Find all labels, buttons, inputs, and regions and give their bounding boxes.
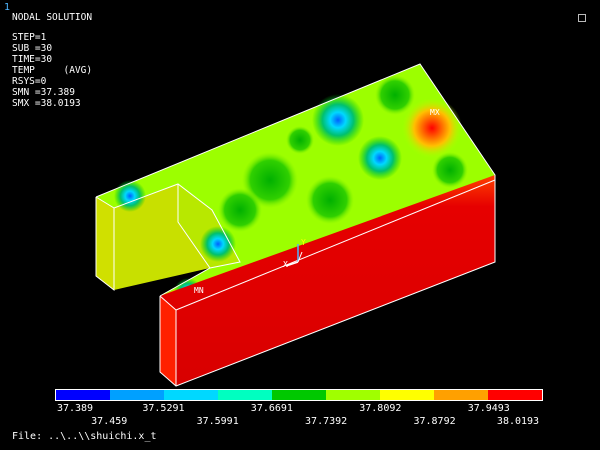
- legend-tick-label: 37.6691: [250, 403, 293, 414]
- axis-x-label: X: [283, 260, 288, 269]
- legend-tick-label: 37.9493: [467, 403, 510, 414]
- legend-tick-label: 37.8092: [359, 403, 402, 414]
- green-region-2: [306, 176, 354, 224]
- axis-y-label: Y: [301, 238, 306, 247]
- legend-swatch: [218, 390, 272, 400]
- green-region-5: [432, 152, 468, 188]
- green-region-6: [286, 126, 314, 154]
- legend-swatch: [272, 390, 326, 400]
- legend-tick-label: 37.5991: [196, 416, 239, 427]
- legend-swatch: [434, 390, 488, 400]
- cool-spot-2: [358, 136, 402, 180]
- legend-tick-label: 37.8792: [413, 416, 456, 427]
- max-marker: MX: [430, 108, 440, 117]
- legend-swatch: [56, 390, 110, 400]
- legend-swatch: [488, 390, 542, 400]
- legend-tick-label: 38.0193: [496, 416, 540, 427]
- green-region-3: [218, 188, 262, 232]
- model-view[interactable]: [0, 0, 600, 450]
- green-region-4: [375, 75, 415, 115]
- cool-spot-1: [312, 94, 364, 146]
- legend-tick-label: 37.7392: [305, 416, 348, 427]
- legend-swatch: [380, 390, 434, 400]
- legend-swatch: [110, 390, 164, 400]
- color-legend-bar: [55, 389, 543, 401]
- cool-spot-3: [114, 180, 146, 212]
- file-label: File: ..\..\\shuichi.x_t: [12, 431, 157, 442]
- legend-tick-label: 37.459: [91, 416, 128, 427]
- front-left-face: [160, 296, 176, 386]
- legend-tick-label: 37.389: [56, 403, 94, 414]
- legend-swatch: [164, 390, 218, 400]
- legend-tick-label: 37.5291: [142, 403, 185, 414]
- min-marker: MN: [194, 286, 204, 295]
- left-wall-face: [96, 197, 114, 290]
- legend-swatch: [326, 390, 380, 400]
